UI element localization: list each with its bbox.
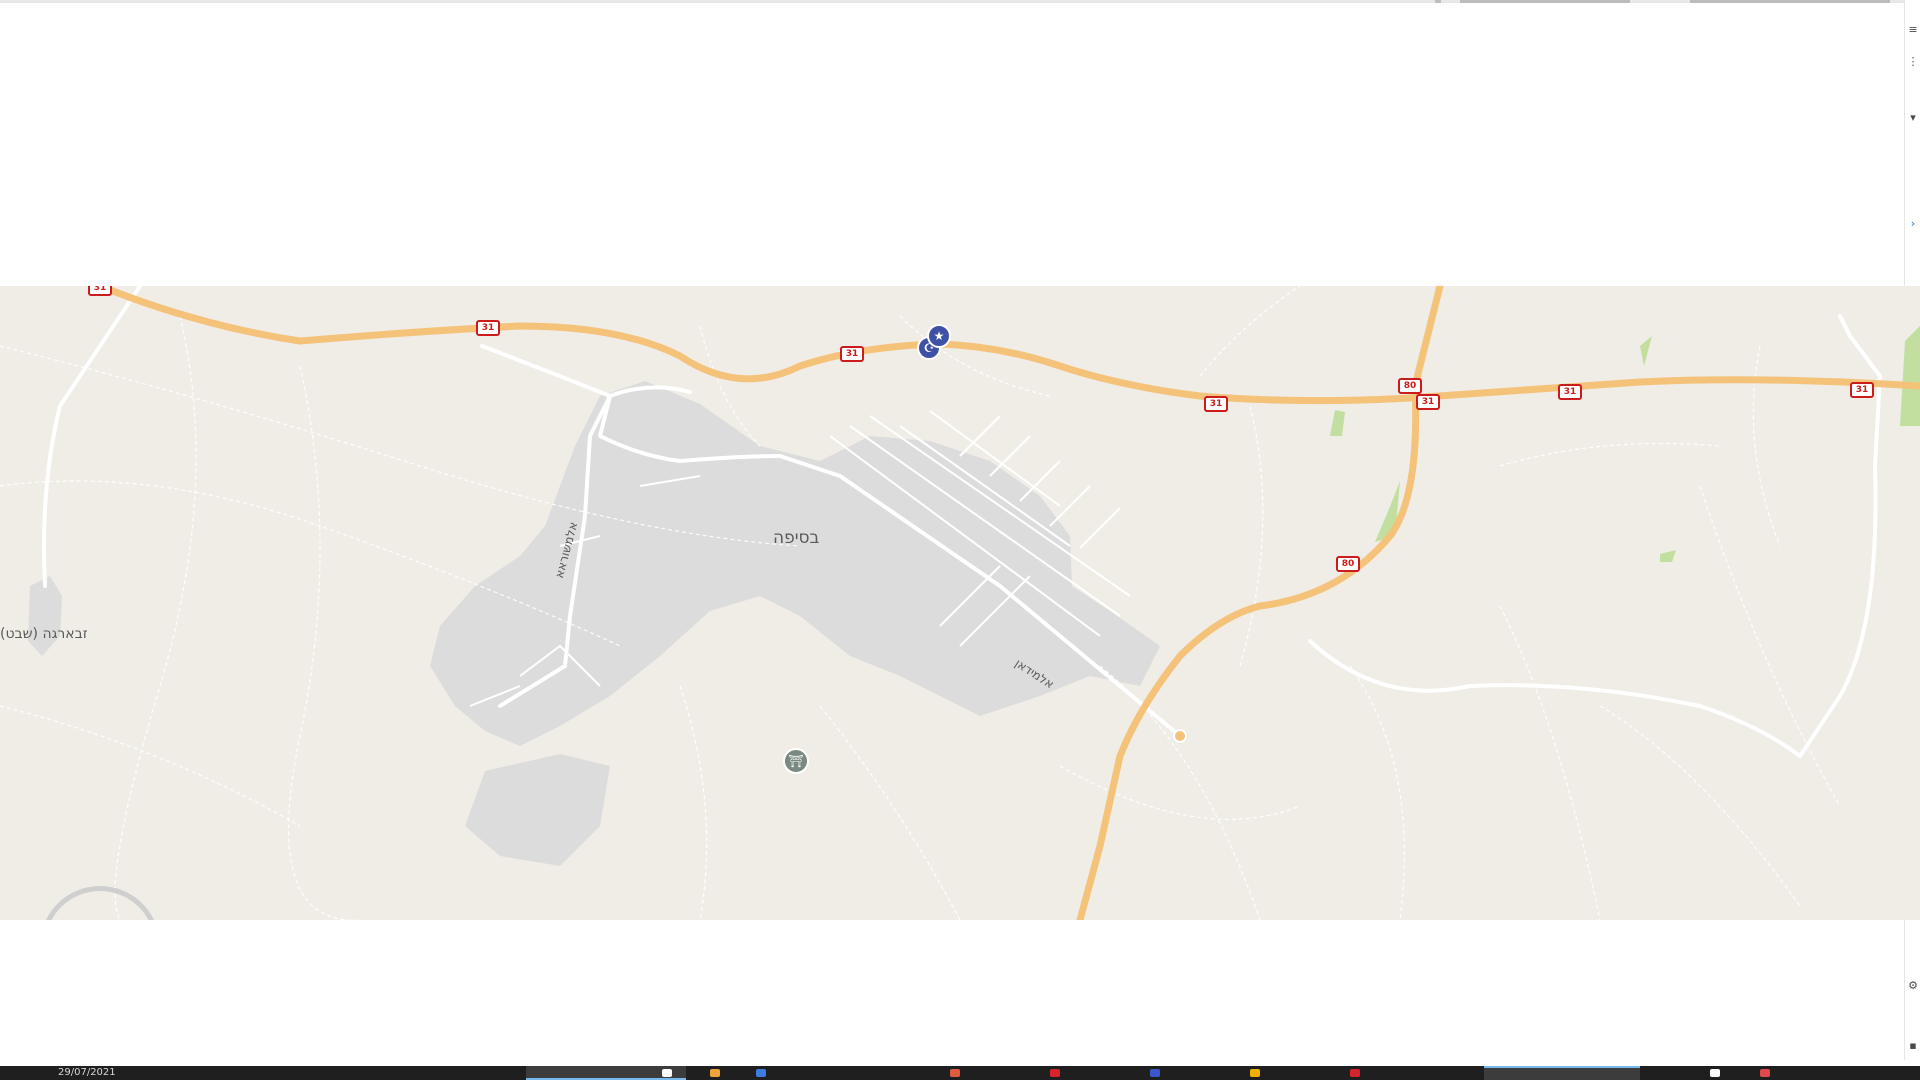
- junction-dot: [1173, 729, 1187, 743]
- link-icon[interactable]: ›: [1907, 218, 1919, 230]
- top-toolbar-sliver: [0, 0, 1920, 3]
- built-area-south: [465, 754, 610, 866]
- toolbar-fragment: [1460, 0, 1630, 3]
- taskbar-app-icon[interactable]: [950, 1069, 960, 1077]
- toolbar-fragment: [1690, 0, 1890, 3]
- taskbar-date: 29/07/2021: [58, 1067, 116, 1078]
- route-shield-31[interactable]: 31: [1558, 384, 1582, 400]
- toolbar-fragment: [1435, 0, 1441, 3]
- taskbar-app-icon[interactable]: [1760, 1069, 1770, 1077]
- built-area-zbarga: [28, 576, 62, 656]
- place-label-bassifa[interactable]: בסיפה: [773, 528, 819, 548]
- taskbar-app-icon[interactable]: [1250, 1069, 1260, 1077]
- taskbar-app-icon[interactable]: [1150, 1069, 1160, 1077]
- map-canvas[interactable]: 31 31 31 31 31 31 80 80 31 ☪ ★ ⛩ בסיפה ז…: [0, 286, 1920, 920]
- built-area-bassifa: [430, 381, 1160, 746]
- layers-icon[interactable]: ≡: [1907, 24, 1919, 36]
- settings-icon[interactable]: ⚙: [1907, 980, 1919, 992]
- built-area: [28, 381, 1160, 866]
- taskbar-app-icon[interactable]: [662, 1069, 672, 1077]
- taskbar-app-icon[interactable]: [1050, 1069, 1060, 1077]
- vegetation-patch: [1330, 410, 1345, 436]
- taskbar-app-icon[interactable]: [1710, 1069, 1720, 1077]
- route-shield-80[interactable]: 80: [1336, 556, 1360, 572]
- road-west: [42, 286, 142, 588]
- apps-grid-icon[interactable]: ⋮: [1907, 56, 1919, 68]
- vegetation-patch: [1660, 550, 1676, 562]
- route-shield-31[interactable]: 31: [1204, 396, 1228, 412]
- taskbar-app-icon[interactable]: [710, 1069, 720, 1077]
- dropdown-arrow-icon[interactable]: ▾: [1907, 112, 1919, 124]
- route-shield-31[interactable]: 31: [476, 320, 500, 336]
- highway-80: [1076, 286, 1444, 920]
- landmark-icon[interactable]: ⛩: [783, 748, 809, 774]
- route-shield-31[interactable]: 31: [1416, 394, 1440, 410]
- panel-toggle-icon[interactable]: ▪: [1907, 1040, 1919, 1052]
- vegetation-patch: [1640, 336, 1652, 366]
- place-label-zbarga[interactable]: זבארגה (שבט): [0, 626, 88, 642]
- taskbar-active-window[interactable]: [1484, 1066, 1640, 1080]
- route-shield-31[interactable]: 31: [840, 346, 864, 362]
- star-poi-icon[interactable]: ★: [927, 324, 951, 348]
- taskbar-app-icon[interactable]: [756, 1069, 766, 1077]
- taskbar-app-icon[interactable]: [1350, 1069, 1360, 1077]
- map-graphics: [0, 286, 1920, 920]
- vegetation-patch: [1900, 326, 1920, 426]
- windows-taskbar: 29/07/2021: [0, 1066, 1920, 1080]
- route-shield-31[interactable]: 31: [1850, 382, 1874, 398]
- route-shield-31[interactable]: 31: [88, 286, 112, 296]
- junction: [1173, 729, 1187, 743]
- route-shield-80[interactable]: 80: [1398, 378, 1422, 394]
